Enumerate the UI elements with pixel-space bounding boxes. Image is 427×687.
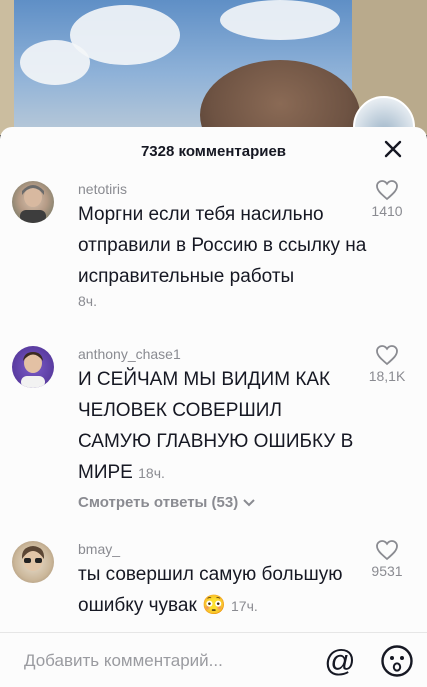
at-icon[interactable]: @: [322, 643, 358, 679]
comments-header: 7328 комментариев: [0, 127, 427, 169]
like-button[interactable]: 1410: [365, 179, 409, 219]
person-head: [200, 60, 360, 135]
chevron-down-icon: [243, 499, 256, 507]
comment-text: Моргни если тебя насильно отправили в Ро…: [78, 199, 368, 292]
view-replies-label: Смотреть ответы (53): [78, 494, 239, 511]
avatar[interactable]: [12, 346, 54, 388]
heart-outline-icon: [376, 345, 398, 366]
comment-body: И СЕЙЧАМ МЫ ВИДИМ КАК ЧЕЛОВЕК СОВЕРШИЛ С…: [78, 369, 354, 483]
cloud: [220, 0, 340, 40]
window-frame-left: [0, 0, 14, 135]
emoji-icon[interactable]: [380, 644, 414, 678]
close-icon[interactable]: [379, 135, 407, 163]
avatar[interactable]: [12, 181, 54, 223]
comments-sheet: 7328 комментариев netotiris Моргни если …: [0, 127, 427, 687]
like-count: 18,1K: [368, 368, 406, 384]
comment-count: 7328 комментариев: [140, 143, 287, 160]
comment-text: ты совершил самую большую ошибку чувак 😳…: [78, 559, 368, 622]
comment-time: 8ч.: [78, 293, 97, 309]
like-count: 1410: [371, 203, 403, 219]
comment-body: Моргни если тебя насильно отправили в Ро…: [78, 204, 367, 287]
cloud: [20, 40, 90, 85]
comment-input[interactable]: Добавить комментарий...: [24, 651, 223, 671]
like-count: 9531: [371, 563, 403, 579]
comment-emoji: 😳: [202, 595, 226, 616]
heart-outline-icon: [376, 540, 398, 561]
view-replies-button[interactable]: Смотреть ответы (53): [78, 494, 256, 511]
heart-outline-icon: [376, 180, 398, 201]
comment-text: И СЕЙЧАМ МЫ ВИДИМ КАК ЧЕЛОВЕК СОВЕРШИЛ С…: [78, 364, 358, 489]
comment-input-bar: Добавить комментарий... @: [0, 632, 427, 687]
comment-username[interactable]: netotiris: [78, 181, 127, 197]
comment-time: 17ч.: [231, 598, 258, 614]
like-button[interactable]: 18,1K: [365, 344, 409, 384]
comment-username[interactable]: anthony_chase1: [78, 346, 181, 362]
like-button[interactable]: 9531: [365, 539, 409, 579]
comment-username[interactable]: bmay_: [78, 541, 120, 557]
avatar[interactable]: [12, 541, 54, 583]
video-background: [0, 0, 427, 135]
comment-time: 18ч.: [138, 465, 165, 481]
